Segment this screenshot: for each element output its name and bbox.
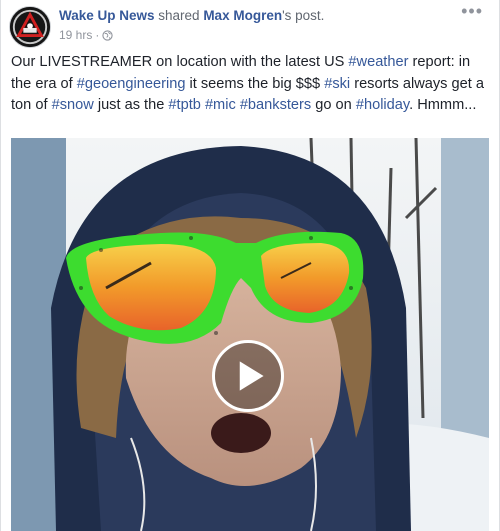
post-text-segment: . Hmmm... (409, 97, 477, 113)
hashtag-link[interactable]: #tptb (168, 97, 200, 113)
hashtag-link[interactable]: #banksters (240, 97, 311, 113)
post-suffix-label: 's post. (282, 8, 325, 23)
shared-label: shared (154, 8, 204, 23)
play-button[interactable] (212, 340, 284, 412)
post-message: Our LIVESTREAMER on location with the la… (11, 52, 489, 117)
video-thumbnail (11, 138, 489, 531)
post-text-segment: it seems the big $$$ (185, 75, 325, 92)
hashtag-link[interactable]: #holiday (356, 97, 409, 113)
hashtag-link[interactable]: #snow (52, 97, 94, 113)
post-timestamp[interactable]: 19 hrs (59, 28, 92, 42)
post-meta: 19 hrs · (59, 28, 113, 42)
play-icon (239, 361, 264, 391)
page-name-link[interactable]: Wake Up News (59, 8, 155, 23)
hashtag-link[interactable]: #geoengineering (77, 76, 186, 92)
hashtag-link[interactable]: #ski (324, 76, 350, 92)
hashtag-link[interactable]: #weather (348, 54, 408, 70)
post-header: Wake Up News shared Max Mogren's post. (59, 8, 324, 23)
video-player[interactable] (11, 138, 489, 531)
post-options-button[interactable]: ••• (461, 2, 483, 20)
feed-post: Wake Up News shared Max Mogren's post. 1… (0, 0, 500, 531)
original-author-link[interactable]: Max Mogren (203, 8, 282, 23)
hashtag-link[interactable]: #mic (205, 97, 236, 113)
globe-icon[interactable] (102, 29, 113, 41)
meta-separator: · (95, 28, 100, 42)
post-text-segment: Our LIVESTREAMER on location with the la… (11, 54, 349, 70)
post-text-segment: go on (311, 97, 356, 113)
page-avatar[interactable] (9, 6, 51, 48)
post-text-segment: just as the (93, 97, 169, 113)
